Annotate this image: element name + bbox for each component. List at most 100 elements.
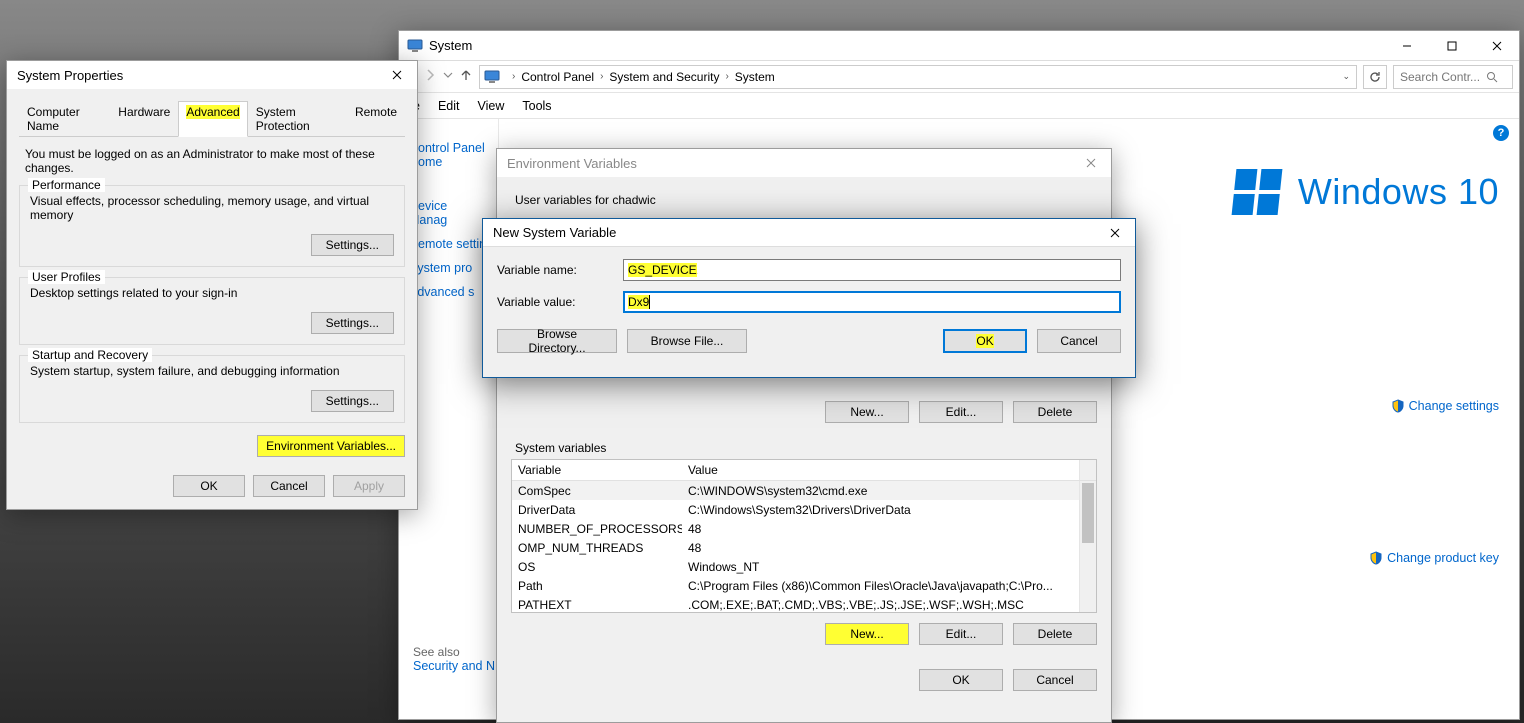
cancel-button[interactable]: Cancel: [1013, 669, 1097, 691]
cancel-button[interactable]: Cancel: [1037, 329, 1121, 353]
cancel-button[interactable]: Cancel: [253, 475, 325, 497]
system-variables-table[interactable]: Variable Value ComSpecC:\WINDOWS\system3…: [511, 459, 1097, 613]
menu-tools[interactable]: Tools: [522, 99, 551, 113]
user-delete-button[interactable]: Delete: [1013, 401, 1097, 423]
close-button[interactable]: [377, 61, 417, 89]
windows-logo-icon: [1231, 169, 1282, 215]
advanced-settings-link[interactable]: Advanced s: [409, 285, 488, 299]
table-row[interactable]: ComSpecC:\WINDOWS\system32\cmd.exe: [512, 481, 1096, 500]
menu-view[interactable]: View: [478, 99, 505, 113]
ok-button[interactable]: OK: [173, 475, 245, 497]
dialog-title: System Properties: [17, 68, 377, 83]
tab-hardware[interactable]: Hardware: [110, 101, 178, 137]
table-row[interactable]: PathC:\Program Files (x86)\Common Files\…: [512, 576, 1096, 595]
apply-button[interactable]: Apply: [333, 475, 405, 497]
col-variable[interactable]: Variable: [512, 460, 682, 480]
cell-value: .COM;.EXE;.BAT;.CMD;.VBS;.VBE;.JS;.JSE;.…: [682, 595, 1096, 613]
menu-edit[interactable]: Edit: [438, 99, 460, 113]
new-system-variable-dialog: New System Variable Variable name: GS_DE…: [482, 218, 1136, 378]
titlebar[interactable]: System: [399, 31, 1519, 61]
change-settings-link[interactable]: Change settings: [1391, 399, 1499, 413]
recent-dropdown[interactable]: [441, 68, 455, 85]
tab-remote[interactable]: Remote: [347, 101, 405, 137]
breadcrumb-item[interactable]: System and Security: [609, 70, 719, 84]
profiles-settings-button[interactable]: Settings...: [311, 312, 394, 334]
cell-variable: OS: [512, 557, 682, 577]
window-title: System: [429, 38, 1384, 53]
scrollbar-thumb[interactable]: [1082, 483, 1094, 543]
change-product-key-link[interactable]: Change product key: [1369, 551, 1499, 565]
remote-settings-link[interactable]: Remote settin: [409, 237, 488, 251]
device-manager-link[interactable]: Device Manag: [409, 199, 488, 227]
environment-variables-button[interactable]: Environment Variables...: [257, 435, 405, 457]
sys-delete-button[interactable]: Delete: [1013, 623, 1097, 645]
ok-button[interactable]: OK: [943, 329, 1027, 353]
cell-value: C:\WINDOWS\system32\cmd.exe: [682, 481, 1096, 501]
performance-settings-button[interactable]: Settings...: [311, 234, 394, 256]
control-panel-home-link[interactable]: Control Panel Home: [409, 141, 488, 169]
cell-value: C:\Program Files (x86)\Common Files\Orac…: [682, 576, 1096, 596]
startup-desc: System startup, system failure, and debu…: [30, 364, 394, 378]
forward-button[interactable]: [423, 68, 437, 85]
cell-variable: Path: [512, 576, 682, 596]
performance-desc: Visual effects, processor scheduling, me…: [30, 194, 394, 222]
sys-new-button[interactable]: New...: [825, 623, 909, 645]
group-title: User Profiles: [28, 270, 105, 284]
tab-advanced[interactable]: Advanced: [178, 101, 247, 137]
ok-button[interactable]: OK: [919, 669, 1003, 691]
maximize-button[interactable]: [1429, 31, 1474, 61]
titlebar[interactable]: Environment Variables: [497, 149, 1111, 177]
change-product-key-text: Change product key: [1387, 551, 1499, 565]
breadcrumb-item[interactable]: Control Panel: [521, 70, 594, 84]
table-row[interactable]: OMP_NUM_THREADS48: [512, 538, 1096, 557]
tab-system-protection[interactable]: System Protection: [248, 101, 347, 137]
windows-brand: Windows 10: [1234, 169, 1499, 215]
table-row[interactable]: NUMBER_OF_PROCESSORS48: [512, 519, 1096, 538]
scrollbar[interactable]: [1079, 481, 1096, 612]
system-variables-label: System variables: [515, 441, 1097, 455]
browse-file-button[interactable]: Browse File...: [627, 329, 747, 353]
titlebar[interactable]: New System Variable: [483, 219, 1135, 247]
close-button[interactable]: [1071, 149, 1111, 177]
close-button[interactable]: [1474, 31, 1519, 61]
startup-settings-button[interactable]: Settings...: [311, 390, 394, 412]
variable-value-input[interactable]: [623, 291, 1121, 313]
tab-computer-name[interactable]: Computer Name: [19, 101, 110, 137]
user-vars-buttons: New... Edit... Delete: [511, 401, 1097, 423]
titlebar[interactable]: System Properties: [7, 61, 417, 89]
table-row[interactable]: DriverDataC:\Windows\System32\Drivers\Dr…: [512, 500, 1096, 519]
table-row[interactable]: PATHEXT.COM;.EXE;.BAT;.CMD;.VBS;.VBE;.JS…: [512, 595, 1096, 612]
close-button[interactable]: [1095, 219, 1135, 247]
monitor-icon: [484, 69, 500, 85]
up-button[interactable]: [459, 68, 473, 85]
system-protection-link[interactable]: System pro: [409, 261, 488, 275]
minimize-button[interactable]: [1384, 31, 1429, 61]
cell-value: C:\Windows\System32\Drivers\DriverData: [682, 500, 1096, 520]
refresh-button[interactable]: [1363, 65, 1387, 89]
performance-group: Performance Visual effects, processor sc…: [19, 185, 405, 267]
system-properties-dialog: System Properties Computer Name Hardware…: [6, 60, 418, 510]
search-box[interactable]: Search Contr...: [1393, 65, 1513, 89]
help-icon[interactable]: ?: [1493, 125, 1509, 141]
group-title: Startup and Recovery: [28, 348, 152, 362]
security-maintenance-link[interactable]: Security and N: [413, 659, 495, 673]
cell-value: 48: [682, 538, 1096, 558]
user-edit-button[interactable]: Edit...: [919, 401, 1003, 423]
chevron-right-icon: ›: [598, 71, 605, 82]
breadcrumb-bar[interactable]: › Control Panel › System and Security › …: [479, 65, 1357, 89]
variable-name-input[interactable]: [623, 259, 1121, 281]
see-also-heading: See also: [413, 645, 460, 659]
col-value[interactable]: Value: [682, 460, 1079, 480]
dialog-title: New System Variable: [493, 225, 1095, 240]
user-profiles-group: User Profiles Desktop settings related t…: [19, 277, 405, 345]
chevron-down-icon[interactable]: ⌄: [1340, 71, 1352, 82]
windows-brand-text: Windows 10: [1298, 171, 1499, 213]
table-row[interactable]: OSWindows_NT: [512, 557, 1096, 576]
breadcrumb-item[interactable]: System: [735, 70, 775, 84]
browse-directory-button[interactable]: Browse Directory...: [497, 329, 617, 353]
scrollbar-track[interactable]: [1079, 460, 1096, 480]
user-new-button[interactable]: New...: [825, 401, 909, 423]
cell-variable: DriverData: [512, 500, 682, 520]
sys-edit-button[interactable]: Edit...: [919, 623, 1003, 645]
cell-variable: NUMBER_OF_PROCESSORS: [512, 519, 682, 539]
